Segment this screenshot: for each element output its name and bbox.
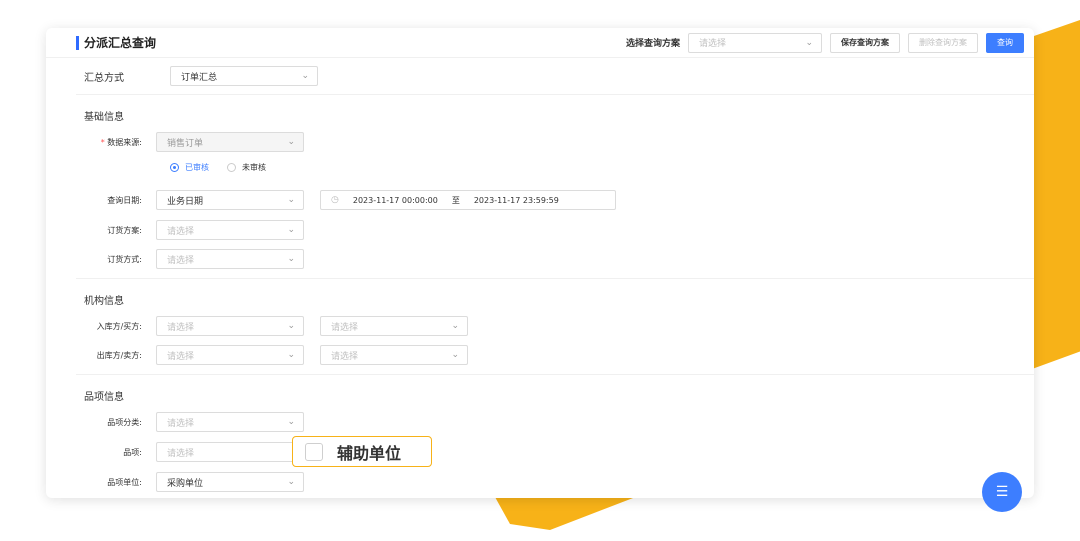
item-unit-value: 采购单位 — [167, 478, 204, 489]
out-party-select-1[interactable]: 请选择 ⌄ — [156, 345, 304, 365]
divider — [76, 94, 1034, 95]
order-mode-label: 订货方式: — [107, 254, 142, 264]
plan-placeholder: 请选择 — [699, 39, 727, 49]
chevron-down-icon: ⌄ — [287, 225, 295, 235]
placeholder-text: 请选择 — [167, 351, 195, 362]
placeholder-text: 请选择 — [167, 322, 195, 333]
item-unit-label: 品项单位: — [107, 477, 142, 487]
chevron-down-icon: ⌄ — [287, 417, 295, 427]
date-start: 2023-11-17 00:00:00 — [352, 195, 438, 205]
placeholder-text: 请选择 — [167, 255, 195, 266]
delete-plan-button[interactable]: 删除查询方案 — [908, 32, 978, 53]
plan-label: 选择查询方案 — [625, 39, 680, 49]
date-type-value: 业务日期 — [167, 196, 204, 207]
section-title-org: 机构信息 — [84, 296, 124, 307]
chevron-down-icon: ⌄ — [805, 37, 813, 48]
date-range-input[interactable]: ◷ 2023-11-17 00:00:00 至 2023-11-17 23:59… — [320, 190, 616, 210]
item-category-label: 品项分类: — [107, 417, 142, 427]
header-bar: 分派汇总查询 选择查询方案 请选择 ⌄ 保存查询方案 删除查询方案 查询 — [46, 28, 1034, 58]
divider — [76, 278, 1034, 279]
aux-unit-label: 辅助单位 — [337, 443, 402, 463]
item-select[interactable]: 请选择 — [156, 442, 304, 462]
order-mode-select[interactable]: 请选择 ⌄ — [156, 249, 304, 269]
date-end: 2023-11-17 23:59:59 — [473, 195, 559, 205]
radio-dot — [227, 163, 236, 172]
chevron-down-icon: ⌄ — [451, 321, 459, 331]
item-label: 品项: — [123, 447, 142, 457]
in-party-select-1[interactable]: 请选择 ⌄ — [156, 316, 304, 336]
query-button[interactable]: 查询 — [986, 32, 1024, 53]
radio-unaudited[interactable]: 未审核 — [227, 162, 266, 173]
placeholder-text: 请选择 — [167, 448, 195, 459]
plan-select[interactable]: 请选择 ⌄ — [688, 32, 822, 53]
aux-unit-checkbox[interactable]: 辅助单位 — [292, 436, 432, 467]
summary-label: 汇总方式 — [84, 72, 124, 84]
in-party-select-2[interactable]: 请选择 ⌄ — [320, 316, 468, 336]
date-label: 查询日期: — [107, 195, 142, 205]
out-party-select-2[interactable]: 请选择 ⌄ — [320, 345, 468, 365]
chevron-down-icon: ⌄ — [287, 477, 295, 487]
source-label: * 数据来源: — [100, 137, 142, 147]
order-plan-label: 订货方案: — [107, 225, 142, 235]
filter-search-icon[interactable]: ☰ — [982, 472, 1022, 512]
placeholder-text: 请选择 — [167, 226, 195, 237]
chevron-down-icon: ⌄ — [287, 195, 295, 205]
date-type-select[interactable]: 业务日期 ⌄ — [156, 190, 304, 210]
chevron-down-icon: ⌄ — [451, 350, 459, 360]
placeholder-text: 请选择 — [331, 351, 359, 362]
radio-dot — [170, 163, 179, 172]
chevron-down-icon: ⌄ — [301, 71, 309, 81]
summary-select[interactable]: 订单汇总 ⌄ — [170, 66, 318, 86]
source-value: 销售订单 — [167, 138, 204, 149]
order-plan-select[interactable]: 请选择 ⌄ — [156, 220, 304, 240]
divider — [76, 374, 1034, 375]
chevron-down-icon: ⌄ — [287, 137, 295, 147]
item-unit-select[interactable]: 采购单位 ⌄ — [156, 472, 304, 492]
chevron-down-icon: ⌄ — [287, 254, 295, 264]
placeholder-text: 请选择 — [167, 418, 195, 429]
chevron-down-icon: ⌄ — [287, 350, 295, 360]
date-separator: 至 — [451, 195, 460, 205]
title-accent-bar — [76, 36, 79, 50]
checkbox-box — [305, 442, 323, 461]
source-select[interactable]: 销售订单 ⌄ — [156, 132, 304, 152]
item-category-select[interactable]: 请选择 ⌄ — [156, 412, 304, 432]
radio-audited[interactable]: 已审核 — [170, 162, 209, 173]
save-plan-button[interactable]: 保存查询方案 — [830, 32, 900, 53]
clock-icon: ◷ — [331, 195, 339, 205]
in-party-label: 入库方/买方: — [96, 321, 142, 331]
section-title-item: 品项信息 — [84, 392, 124, 403]
query-panel: 分派汇总查询 选择查询方案 请选择 ⌄ 保存查询方案 删除查询方案 查询 汇总方… — [46, 28, 1034, 498]
chevron-down-icon: ⌄ — [287, 321, 295, 331]
placeholder-text: 请选择 — [331, 322, 359, 333]
page-title: 分派汇总查询 — [84, 36, 157, 50]
section-title-basic: 基础信息 — [84, 112, 124, 123]
summary-value: 订单汇总 — [181, 72, 218, 83]
out-party-label: 出库方/卖方: — [96, 350, 142, 360]
